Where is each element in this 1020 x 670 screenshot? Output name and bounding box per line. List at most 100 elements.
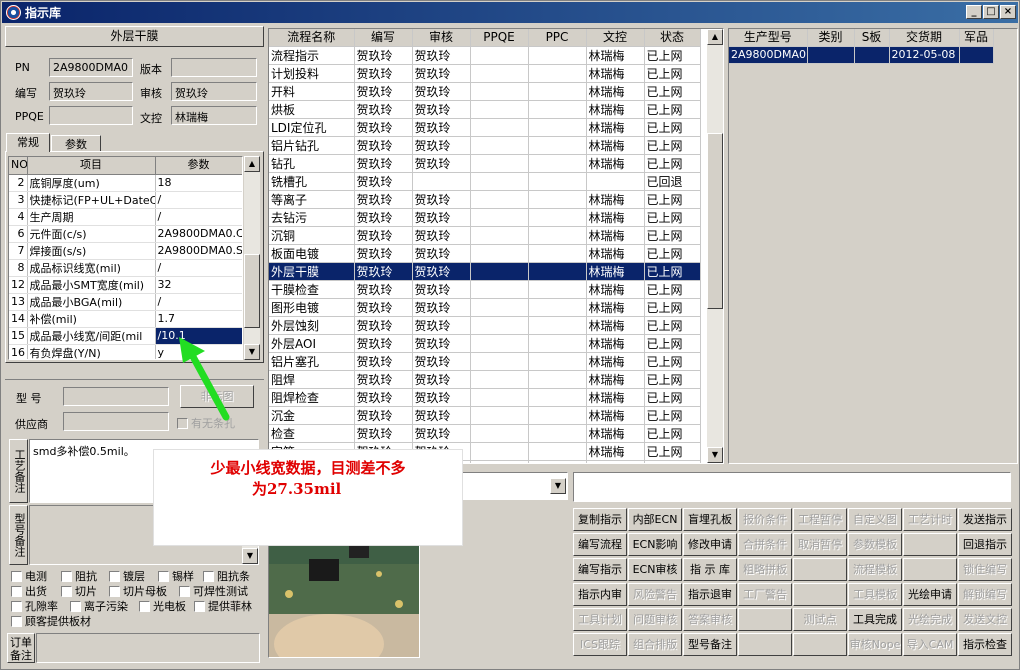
flow-cell[interactable]: 林瑞梅 [586,442,645,461]
flow-cell[interactable] [470,424,529,443]
pn-field[interactable]: 2A9800DMA0 [49,58,133,77]
flow-cell[interactable]: 计划投料 [269,64,355,83]
action-button[interactable]: 粗略拼板 [738,558,792,581]
flow-cell[interactable]: LDI定位孔 [269,118,355,137]
flow-cell[interactable]: 贺玖玲 [412,370,471,389]
prod-col-header[interactable]: S板 [854,29,890,47]
action-button[interactable]: 取消暂停 [793,533,847,556]
scroll-down-icon[interactable]: ▼ [242,548,258,564]
flow-cell[interactable]: 贺玖玲 [354,388,413,407]
prod-col-header[interactable]: 军品 [959,29,994,47]
flow-cell[interactable]: 已回退 [644,172,701,191]
writer-field[interactable]: 贺玖玲 [49,82,133,101]
flow-cell[interactable]: 林瑞梅 [586,208,645,227]
option-checkbox[interactable]: 切片母板 [109,583,167,599]
action-button[interactable]: 测试点 [793,608,847,631]
flow-row[interactable]: 沉铜 贺玖玲 贺玖玲 林瑞梅 已上网 [269,226,701,245]
param-value[interactable]: / [155,208,242,226]
param-no[interactable]: 15 [9,327,28,345]
flow-cell[interactable]: 已上网 [644,136,701,155]
flow-cell[interactable]: 已上网 [644,406,701,425]
flow-cell[interactable]: 贺玖玲 [354,190,413,209]
prod-cell[interactable]: 2A9800DMA0 [729,46,808,64]
params-scrollbar[interactable]: ▲ ▼ [244,156,260,360]
option-checkbox[interactable]: 可焊性测试 [179,583,248,599]
flow-col-header[interactable]: 状态 [644,29,701,47]
flow-cell[interactable] [528,424,587,443]
option-checkbox[interactable]: 光电板 [139,598,186,614]
param-item[interactable]: 成品标识线宽(mil) [27,259,156,277]
flow-cell[interactable]: 已上网 [644,208,701,227]
option-checkbox[interactable]: 阻抗条 [203,568,250,584]
action-button[interactable]: 审核Nope [848,633,902,656]
col-no[interactable]: NO [9,157,28,175]
action-button[interactable]: 流程模板 [848,558,902,581]
action-button[interactable]: 型号备注 [683,633,737,656]
flow-cell[interactable] [528,298,587,317]
flow-cell[interactable]: 林瑞梅 [586,226,645,245]
flow-col-header[interactable]: PPQE [470,29,529,47]
flow-cell[interactable]: 林瑞梅 [586,46,645,65]
flow-cell[interactable]: 林瑞梅 [586,64,645,83]
flow-cell[interactable] [470,352,529,371]
param-no[interactable]: 12 [9,276,28,294]
scroll-down-icon[interactable]: ▼ [244,344,260,360]
flow-cell[interactable] [470,316,529,335]
prod-col-header[interactable]: 类别 [807,29,855,47]
scroll-thumb[interactable] [707,133,723,309]
flow-cell[interactable]: 已上网 [644,424,701,443]
scroll-thumb[interactable] [244,254,260,328]
flow-cell[interactable] [470,244,529,263]
scroll-up-icon[interactable]: ▲ [244,156,260,172]
action-button[interactable] [903,558,957,581]
reviewer-field[interactable]: 贺玖玲 [171,82,257,101]
action-button[interactable]: ICS跟踪 [573,633,627,656]
param-item[interactable]: 成品最小线宽/间距(mil [27,327,156,345]
option-checkbox[interactable]: 顾客提供板材 [11,613,91,629]
flow-cell[interactable]: 板面电镀 [269,244,355,263]
param-item[interactable]: 补偿(mil) [27,310,156,328]
flow-cell[interactable] [528,388,587,407]
flow-cell[interactable] [528,316,587,335]
flow-col-header[interactable]: 文控 [586,29,645,47]
flow-cell[interactable] [528,442,587,461]
flow-cell[interactable] [470,460,529,463]
flow-cell[interactable] [528,100,587,119]
flow-row[interactable]: 铝片钻孔 贺玖玲 贺玖玲 林瑞梅 已上网 [269,136,701,155]
action-button[interactable]: 光绘申请 [903,583,957,606]
flow-cell[interactable]: 干膜检查 [269,280,355,299]
flow-cell[interactable]: 贺玖玲 [354,46,413,65]
minimize-button[interactable]: _ [966,5,982,19]
flow-cell[interactable] [528,82,587,101]
flow-cell[interactable]: 林瑞梅 [586,406,645,425]
flow-cell[interactable]: 外层蚀刻 [269,316,355,335]
flow-cell[interactable]: 开料 [269,82,355,101]
flow-cell[interactable]: 贺玖玲 [354,208,413,227]
flow-cell[interactable]: 已上网 [644,82,701,101]
flow-cell[interactable]: 林瑞梅 [586,190,645,209]
maximize-button[interactable]: □ [983,5,999,19]
flow-cell[interactable]: 贺玖玲 [354,100,413,119]
action-button[interactable]: 指示内审 [573,583,627,606]
flow-cell[interactable]: 铝片塞孔 [269,352,355,371]
flow-row[interactable]: 烘板 贺玖玲 贺玖玲 林瑞梅 已上网 [269,100,701,119]
flow-cell[interactable]: 流程指示 [269,46,355,65]
param-item[interactable]: 元件面(c/s) [27,225,156,243]
close-button[interactable]: × [1000,5,1016,19]
flow-row[interactable]: 外层干膜 贺玖玲 贺玖玲 林瑞梅 已上网 [269,262,701,281]
flow-cell[interactable]: 钻孔 [269,154,355,173]
flow-row[interactable]: 检查 贺玖玲 贺玖玲 林瑞梅 已上网 [269,424,701,443]
flow-cell[interactable]: 贺玖玲 [412,136,471,155]
flow-cell[interactable]: 林瑞梅 [586,262,645,281]
action-button[interactable]: 导入CAM [903,633,957,656]
flow-cell[interactable] [470,406,529,425]
param-item[interactable]: 成品最小BGA(mil) [27,293,156,311]
action-button[interactable]: 发送文控 [958,608,1012,631]
flow-cell[interactable]: 已上网 [644,334,701,353]
action-button[interactable]: 工具计划 [573,608,627,631]
param-value[interactable]: / [155,293,242,311]
flow-cell[interactable] [528,208,587,227]
param-no[interactable]: 13 [9,293,28,311]
flow-cell[interactable] [470,82,529,101]
option-checkbox[interactable]: 出货 [11,583,47,599]
